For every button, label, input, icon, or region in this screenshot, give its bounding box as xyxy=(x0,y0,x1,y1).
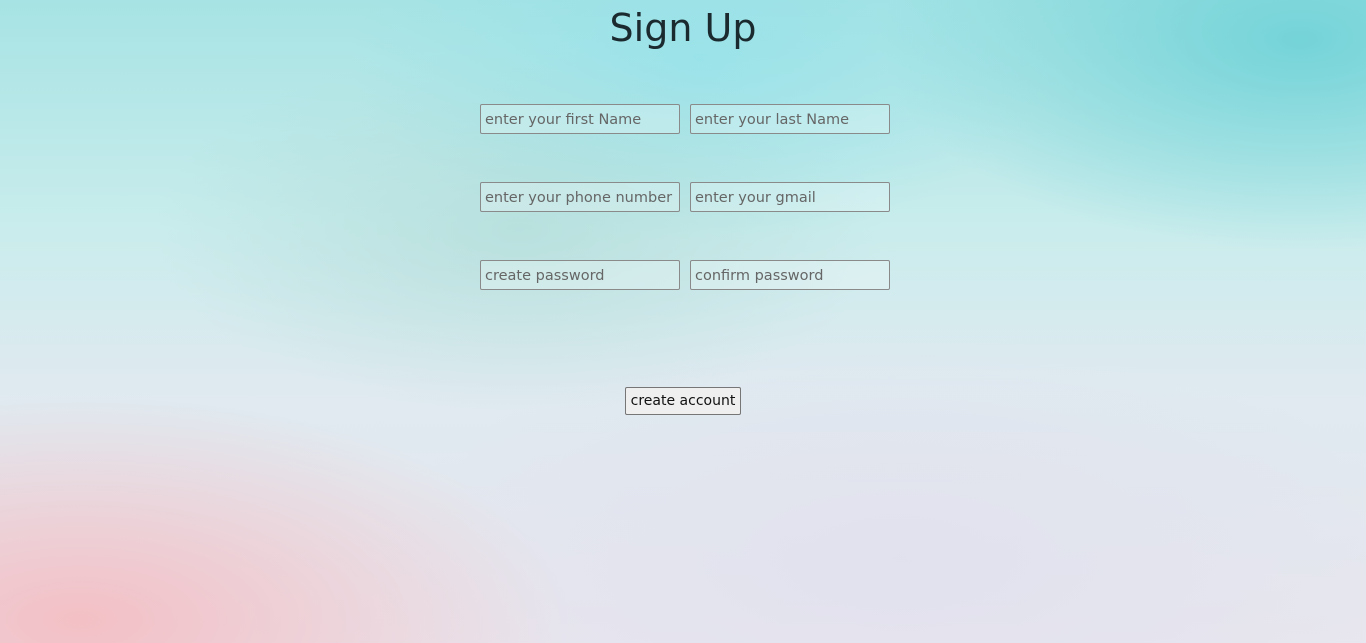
last-name-input[interactable] xyxy=(690,104,890,134)
create-password-input[interactable] xyxy=(480,260,680,290)
confirm-password-input[interactable] xyxy=(690,260,890,290)
gmail-input[interactable] xyxy=(690,182,890,212)
first-name-input[interactable] xyxy=(480,104,680,134)
page-title: Sign Up xyxy=(609,6,757,50)
phone-number-input[interactable] xyxy=(480,182,680,212)
create-account-button[interactable]: create account xyxy=(625,387,741,415)
